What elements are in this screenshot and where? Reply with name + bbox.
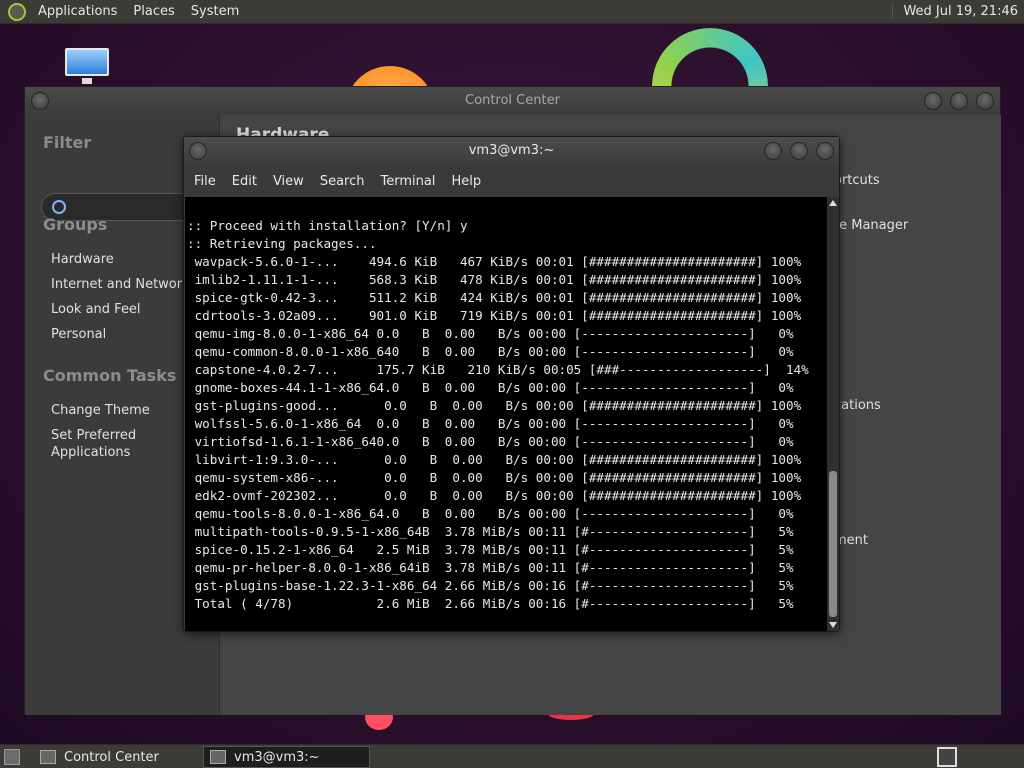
distro-logo-icon[interactable] bbox=[8, 2, 26, 21]
top-panel: Applications Places System Wed Jul 19, 2… bbox=[0, 0, 1024, 24]
terminal-line: wolfssl-5.6.0-1-x86_64 0.0 B 0.00 B/s 00… bbox=[187, 416, 794, 431]
menu-system[interactable]: System bbox=[187, 4, 243, 19]
terminal-menubar: File Edit View Search Terminal Help bbox=[184, 165, 839, 197]
terminal-icon bbox=[210, 750, 226, 764]
taskbar-terminal[interactable]: vm3@vm3:~ bbox=[203, 746, 370, 768]
close-button[interactable] bbox=[976, 92, 994, 110]
terminal-line: wavpack-5.6.0-1-... 494.6 KiB 467 KiB/s … bbox=[187, 254, 802, 269]
terminal-line: multipath-tools-0.9.5-1-x86_64B 3.78 MiB… bbox=[187, 524, 794, 539]
menu-help[interactable]: Help bbox=[445, 174, 491, 189]
scroll-up-icon[interactable] bbox=[829, 200, 837, 206]
maximize-button[interactable] bbox=[950, 92, 968, 110]
taskbar-label: Control Center bbox=[64, 749, 159, 765]
terminal-line: gst-plugins-base-1.22.3-1-x86_64 2.66 Mi… bbox=[187, 578, 794, 593]
menu-search[interactable]: Search bbox=[314, 174, 375, 189]
terminal-line: spice-0.15.2-1-x86_64 2.5 MiB 3.78 MiB/s… bbox=[187, 542, 794, 557]
menu-view[interactable]: View bbox=[267, 174, 314, 189]
search-icon bbox=[52, 200, 66, 214]
terminal-line: qemu-tools-8.0.0-1-x86_64.0 B 0.00 B/s 0… bbox=[187, 506, 794, 521]
terminal-text: :: Proceed with installation? [Y/n] y:: … bbox=[187, 217, 809, 613]
terminal-line: cdrtools-3.02a09... 901.0 KiB 719 KiB/s … bbox=[187, 308, 802, 323]
workspace-switcher[interactable] bbox=[937, 747, 957, 767]
scrollbar-thumb[interactable] bbox=[829, 471, 837, 617]
window-menu-button[interactable] bbox=[189, 142, 207, 160]
maximize-button[interactable] bbox=[790, 142, 808, 160]
applet-label-fragment[interactable]: te Manager bbox=[834, 218, 908, 233]
menu-terminal[interactable]: Terminal bbox=[374, 174, 445, 189]
terminal-titlebar[interactable]: vm3@vm3:~ bbox=[184, 137, 839, 165]
terminal-line: :: Retrieving packages... bbox=[187, 236, 377, 251]
group-hardware[interactable]: Hardware bbox=[51, 251, 114, 268]
task-change-theme[interactable]: Change Theme bbox=[51, 402, 150, 419]
terminal-line: virtiofsd-1.6.1-1-x86_640.0 B 0.00 B/s 0… bbox=[187, 434, 794, 449]
terminal-line: :: Proceed with installation? [Y/n] y bbox=[187, 218, 468, 233]
applet-label-fragment[interactable]: ortcuts bbox=[834, 173, 880, 188]
terminal-line: imlib2-1.11.1-1-... 568.3 KiB 478 KiB/s … bbox=[187, 272, 802, 287]
terminal-window: vm3@vm3:~ File Edit View Search Terminal… bbox=[183, 136, 840, 632]
terminal-output[interactable]: :: Proceed with installation? [Y/n] y:: … bbox=[185, 197, 827, 631]
terminal-line: qemu-img-8.0.0-1-x86_64 0.0 B 0.00 B/s 0… bbox=[187, 326, 794, 341]
close-button[interactable] bbox=[816, 142, 834, 160]
window-menu-button[interactable] bbox=[31, 92, 49, 110]
control-center-icon bbox=[40, 750, 56, 764]
bottom-panel: Control Center vm3@vm3:~ bbox=[0, 744, 1024, 768]
terminal-line: gst-plugins-good... 0.0 B 0.00 B/s 00:00… bbox=[187, 398, 802, 413]
terminal-line: spice-gtk-0.42-3... 511.2 KiB 424 KiB/s … bbox=[187, 290, 802, 305]
groups-heading: Groups bbox=[43, 215, 108, 234]
terminal-title: vm3@vm3:~ bbox=[468, 143, 555, 158]
computer-desktop-icon[interactable] bbox=[62, 46, 112, 86]
terminal-line: capstone-4.0.2-7... 175.7 KiB 210 KiB/s … bbox=[187, 362, 809, 377]
applet-label-fragment[interactable]: cations bbox=[834, 398, 881, 413]
group-personal[interactable]: Personal bbox=[51, 326, 106, 343]
menu-file[interactable]: File bbox=[188, 174, 226, 189]
menu-places[interactable]: Places bbox=[129, 4, 178, 19]
filter-heading: Filter bbox=[43, 133, 92, 152]
show-desktop-icon[interactable] bbox=[4, 749, 20, 765]
terminal-line: gnome-boxes-44.1-1-x86_64.0 B 0.00 B/s 0… bbox=[187, 380, 794, 395]
menu-applications[interactable]: Applications bbox=[34, 4, 121, 19]
common-tasks-heading: Common Tasks bbox=[43, 366, 177, 385]
scroll-down-icon[interactable] bbox=[829, 622, 837, 628]
clock[interactable]: Wed Jul 19, 21:46 bbox=[892, 4, 1018, 19]
terminal-line: qemu-pr-helper-8.0.0-1-x86_64iB 3.78 MiB… bbox=[187, 560, 794, 575]
minimize-button[interactable] bbox=[764, 142, 782, 160]
terminal-line: Total ( 4/78) 2.6 MiB 2.66 MiB/s 00:16 [… bbox=[187, 596, 794, 611]
minimize-button[interactable] bbox=[924, 92, 942, 110]
task-set-preferred-applications[interactable]: Set Preferred Applications bbox=[51, 427, 136, 461]
control-center-title: Control Center bbox=[465, 93, 560, 108]
taskbar-label: vm3@vm3:~ bbox=[234, 749, 320, 765]
terminal-line: qemu-common-8.0.0-1-x86_640 B 0.00 B/s 0… bbox=[187, 344, 794, 359]
control-center-titlebar[interactable]: Control Center bbox=[25, 87, 1000, 115]
group-internet-and-network[interactable]: Internet and Network bbox=[51, 276, 190, 293]
terminal-line: edk2-ovmf-202302... 0.0 B 0.00 B/s 00:00… bbox=[187, 488, 802, 503]
taskbar-control-center[interactable]: Control Center bbox=[34, 746, 199, 768]
terminal-line: libvirt-1:9.3.0-... 0.0 B 0.00 B/s 00:00… bbox=[187, 452, 802, 467]
group-look-and-feel[interactable]: Look and Feel bbox=[51, 301, 141, 318]
menu-edit[interactable]: Edit bbox=[226, 174, 267, 189]
terminal-scrollbar[interactable] bbox=[827, 197, 839, 631]
terminal-line: qemu-system-x86-... 0.0 B 0.00 B/s 00:00… bbox=[187, 470, 802, 485]
